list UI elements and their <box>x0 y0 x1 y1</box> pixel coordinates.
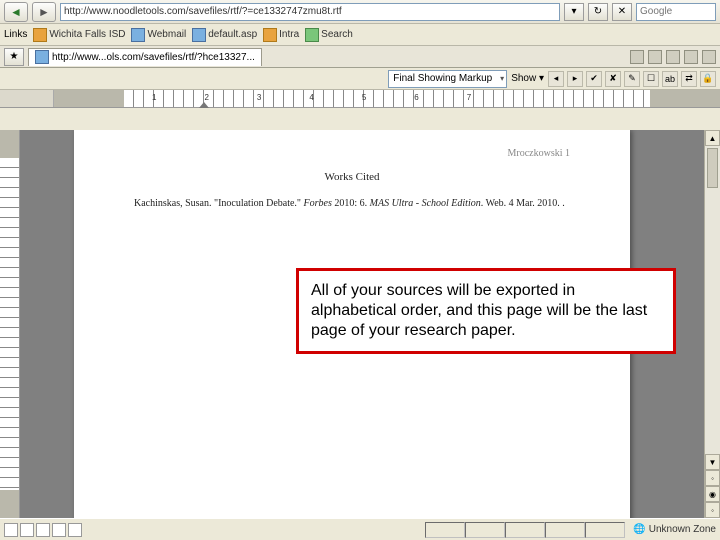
home-icon[interactable] <box>630 50 644 64</box>
browse-object-button[interactable]: ◉ <box>705 486 720 502</box>
links-bar: Links Wichita Falls ISD Webmail default.… <box>0 24 720 46</box>
stop-button[interactable]: ✕ <box>612 3 632 21</box>
review-icons: ◂ ▸ ✔ ✘ ✎ ☐ ab ⇄ 🔒 <box>548 71 716 87</box>
page-gutter <box>20 130 54 518</box>
comment-icon[interactable]: ✎ <box>624 71 640 87</box>
link-item[interactable]: Intra <box>263 28 299 42</box>
feeds-icon[interactable] <box>648 50 662 64</box>
status-cell <box>505 522 545 538</box>
link-item[interactable]: Wichita Falls ISD <box>33 28 125 42</box>
prev-page-button[interactable]: ◦ <box>705 470 720 486</box>
forward-button[interactable]: ► <box>32 2 56 22</box>
tab-bar: ★ http://www...ols.com/savefiles/rtf/?hc… <box>0 46 720 68</box>
callout-text: All of your sources will be exported in … <box>311 282 647 339</box>
horizontal-ruler[interactable]: 1 2 3 4 5 6 7 <box>0 90 720 108</box>
markup-dropdown[interactable]: Final Showing Markup <box>388 70 507 88</box>
refresh-button[interactable]: ↻ <box>588 3 608 21</box>
browser-tab[interactable]: http://www...ols.com/savefiles/rtf/?hce1… <box>28 48 262 66</box>
tools-menu-icon[interactable] <box>702 50 716 64</box>
show-menu[interactable]: Show ▾ <box>511 73 544 84</box>
favicon-icon <box>305 28 319 42</box>
nav-toolbar: ◄ ► ▾ ↻ ✕ <box>0 0 720 24</box>
highlight-icon[interactable]: ab <box>662 71 678 87</box>
page-menu-icon[interactable] <box>684 50 698 64</box>
status-cell <box>465 522 505 538</box>
go-button[interactable]: ▾ <box>564 3 584 21</box>
scroll-down-button[interactable]: ▼ <box>705 454 720 470</box>
zone-icon: 🌐 <box>633 524 645 535</box>
search-input[interactable] <box>636 3 716 21</box>
web-view-icon[interactable] <box>20 523 34 537</box>
status-cell <box>425 522 465 538</box>
status-cells <box>425 522 625 538</box>
tab-tools <box>630 50 716 64</box>
status-bar: 🌐 Unknown Zone <box>0 518 720 540</box>
links-label: Links <box>4 29 27 40</box>
security-zone[interactable]: 🌐 Unknown Zone <box>633 524 716 535</box>
favicon-icon <box>192 28 206 42</box>
tab-title: http://www...ols.com/savefiles/rtf/?hce1… <box>52 52 255 63</box>
outline-view-icon[interactable] <box>52 523 66 537</box>
favicon-icon <box>131 28 145 42</box>
annotation-callout: All of your sources will be exported in … <box>296 268 676 354</box>
favicon-icon <box>33 28 47 42</box>
reject-change-icon[interactable]: ✘ <box>605 71 621 87</box>
tab-favicon-icon <box>35 50 49 64</box>
address-bar[interactable] <box>60 3 560 21</box>
favorites-button[interactable]: ★ <box>4 48 24 66</box>
print-view-icon[interactable] <box>36 523 50 537</box>
zone-label: Unknown Zone <box>649 524 716 535</box>
back-button[interactable]: ◄ <box>4 2 28 22</box>
normal-view-icon[interactable] <box>4 523 18 537</box>
status-cell <box>545 522 585 538</box>
page-header-name: Mroczkowski 1 <box>134 148 570 159</box>
next-change-icon[interactable]: ▸ <box>567 71 583 87</box>
citation-entry: Kachinskas, Susan. "Inoculation Debate."… <box>134 195 570 213</box>
accept-change-icon[interactable]: ✔ <box>586 71 602 87</box>
balloon-icon[interactable]: ☐ <box>643 71 659 87</box>
scroll-thumb[interactable] <box>707 148 718 188</box>
status-cell <box>585 522 625 538</box>
vertical-ruler[interactable] <box>0 130 20 518</box>
link-item[interactable]: default.asp <box>192 28 257 42</box>
reviewing-toolbar: Final Showing Markup Show ▾ ◂ ▸ ✔ ✘ ✎ ☐ … <box>0 68 720 90</box>
print-icon[interactable] <box>666 50 680 64</box>
reading-view-icon[interactable] <box>68 523 82 537</box>
indent-marker-icon[interactable] <box>199 102 209 108</box>
works-cited-title: Works Cited <box>134 171 570 183</box>
next-page-button[interactable]: ◦ <box>705 502 720 518</box>
protect-icon[interactable]: 🔒 <box>700 71 716 87</box>
favicon-icon <box>263 28 277 42</box>
link-item[interactable]: Search <box>305 28 353 42</box>
vertical-scrollbar[interactable]: ▲ ▼ ◦ ◉ ◦ <box>704 130 720 518</box>
scroll-up-button[interactable]: ▲ <box>705 130 720 146</box>
prev-change-icon[interactable]: ◂ <box>548 71 564 87</box>
link-item[interactable]: Webmail <box>131 28 186 42</box>
view-buttons <box>4 523 82 537</box>
ruler-numbers: 1 2 3 4 5 6 7 <box>152 93 471 102</box>
track-changes-icon[interactable]: ⇄ <box>681 71 697 87</box>
